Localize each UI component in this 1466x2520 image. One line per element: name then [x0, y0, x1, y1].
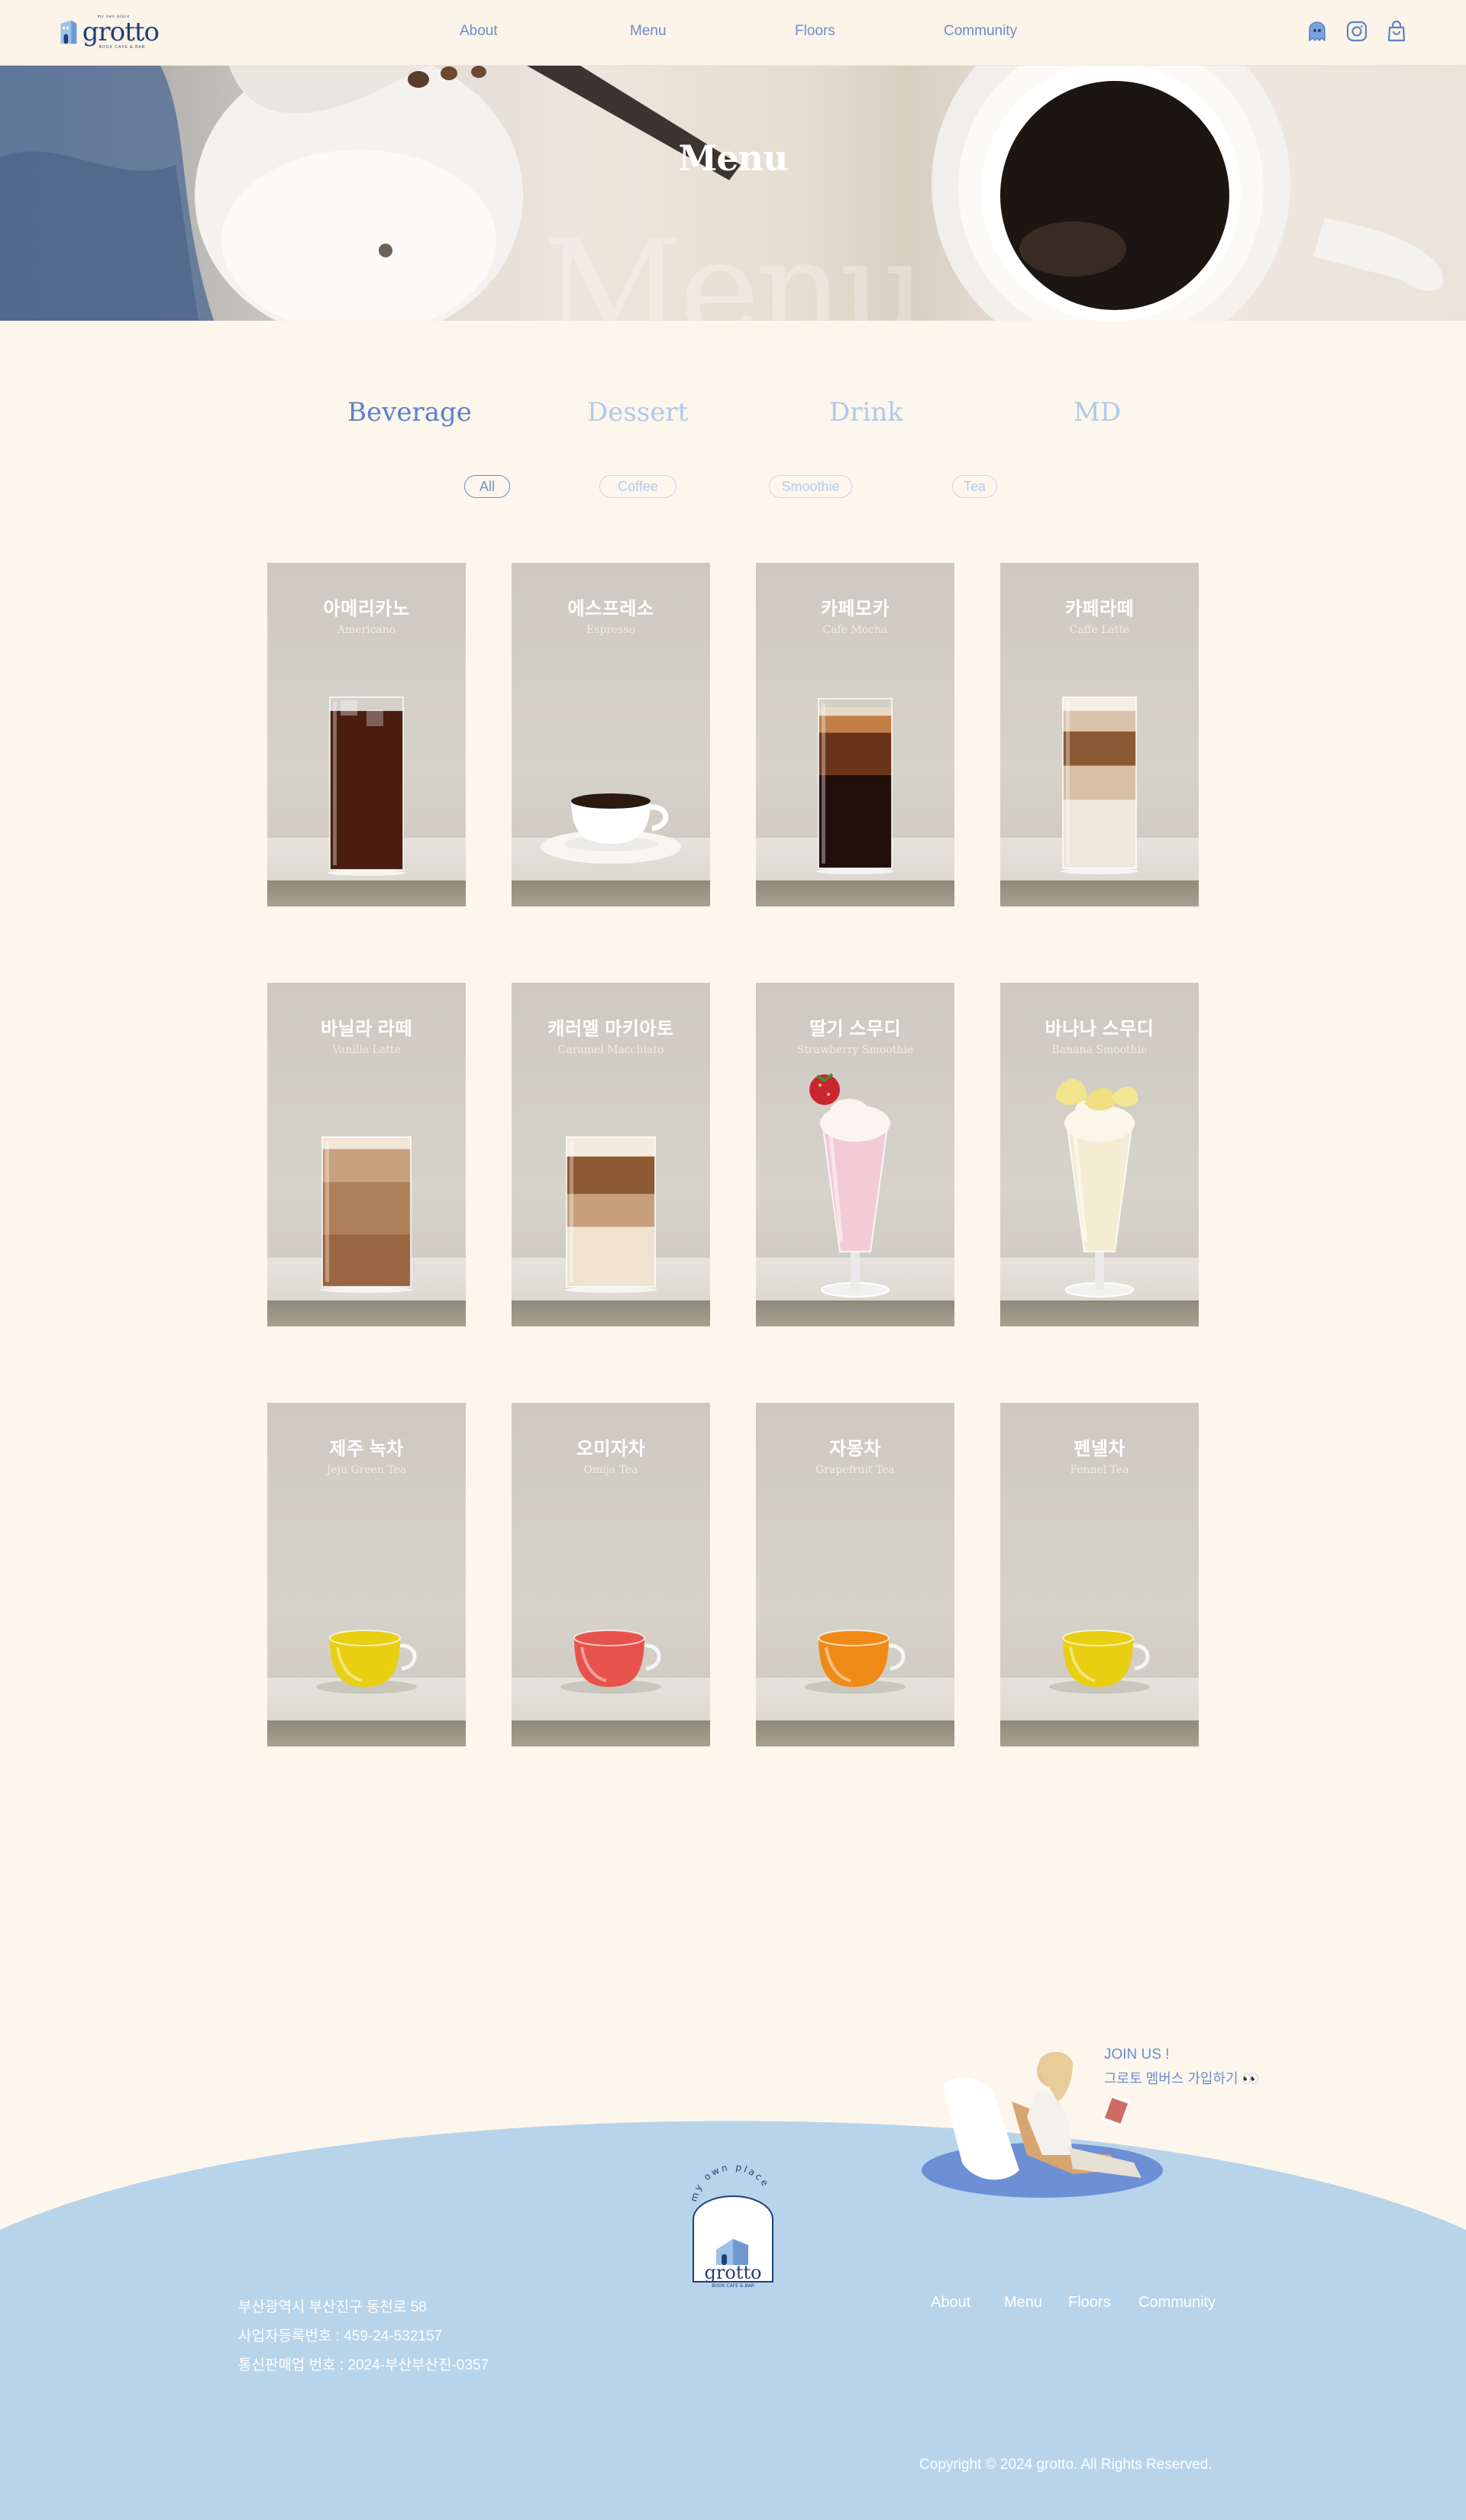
menu-name-en: Banana Smoothie: [1051, 1044, 1148, 1056]
category-tabs: Beverage Dessert Drink MD: [0, 397, 1466, 435]
tab-drink[interactable]: Drink: [829, 397, 903, 428]
menu-card[interactable]: 자몽차 Grapefruit Tea: [756, 1403, 954, 1746]
menu-name-ko: 오미자차: [576, 1439, 646, 1459]
filter-chips: All Coffee Smoothie Tea: [0, 475, 1466, 498]
join-text: 그로토 멤버스 가입하기 👀: [1104, 2071, 1260, 2086]
menu-card[interactable]: 캐러멜 마키아토 Caramel Macchiato: [512, 983, 710, 1326]
menu-name-en: Grapefruit Tea: [815, 1464, 895, 1476]
menu-name-en: Vanilla Latte: [332, 1044, 401, 1056]
menu-card[interactable]: 제주 녹차 Jeju Green Tea: [267, 1403, 466, 1746]
instagram-icon[interactable]: [1345, 20, 1368, 43]
footer-nav-floors[interactable]: Floors: [1068, 2294, 1111, 2312]
filter-tea[interactable]: Tea: [952, 475, 997, 498]
menu-name-en: Strawberry Smoothie: [796, 1044, 914, 1056]
menu-card[interactable]: 카페라떼 Caffe Latte: [1000, 563, 1199, 906]
nav-about[interactable]: About: [460, 23, 498, 40]
nav-community[interactable]: Community: [944, 23, 1017, 40]
menu-name-en: Caramel Macchiato: [557, 1044, 664, 1056]
site-header: my own place grotto BOOK CAFE & BAR Abou…: [0, 0, 1466, 66]
filter-coffee[interactable]: Coffee: [599, 475, 676, 498]
menu-name-en: Caffe Latte: [1069, 624, 1130, 636]
copyright: Copyright © 2024 grotto. All Rights Rese…: [919, 2457, 1213, 2473]
join-title: JOIN US !: [1104, 2047, 1170, 2063]
filter-all[interactable]: All: [464, 475, 510, 498]
svg-text:grotto: grotto: [704, 2262, 761, 2283]
menu-name-ko: 제주 녹차: [329, 1439, 404, 1459]
hero-watermark: Menu: [542, 211, 928, 321]
menu-name-ko: 아메리카노: [323, 599, 410, 619]
menu-name-ko: 자몽차: [829, 1439, 881, 1459]
menu-name-ko: 에스프레소: [567, 599, 654, 619]
svg-text:BOOK CAFE & BAR: BOOK CAFE & BAR: [712, 2283, 754, 2289]
tab-beverage[interactable]: Beverage: [347, 397, 472, 428]
nav-floors[interactable]: Floors: [795, 23, 835, 40]
menu-name-en: Americano: [337, 624, 396, 636]
shopping-bag-icon[interactable]: [1385, 20, 1408, 43]
menu-card[interactable]: 카페모카 Cafe Mocha: [756, 563, 954, 906]
menu-name-ko: 캐러멜 마키아토: [547, 1019, 674, 1039]
menu-name-en: Jeju Green Tea: [326, 1464, 407, 1476]
business-registration: 사업자등록번호 : 459-24-532157: [238, 2328, 443, 2344]
menu-name-en: Fennel Tea: [1070, 1464, 1129, 1476]
menu-name-ko: 펜넬차: [1074, 1439, 1125, 1459]
company-address: 부산광역시 부산진구 동천로 58: [238, 2299, 427, 2315]
menu-card[interactable]: 펜넬차 Fennel Tea: [1000, 1403, 1199, 1746]
menu-name-ko: 딸기 스무디: [809, 1019, 902, 1039]
tab-dessert[interactable]: Dessert: [587, 397, 688, 428]
menu-name-en: Cafe Mocha: [822, 624, 888, 636]
filter-smoothie[interactable]: Smoothie: [769, 475, 852, 498]
hero-title: Menu: [678, 137, 788, 179]
menu-name-en: Omija Tea: [583, 1464, 638, 1476]
menu-name-ko: 카페라떼: [1064, 599, 1135, 619]
tab-md[interactable]: MD: [1074, 397, 1121, 428]
hero-banner: Menu Menu: [0, 66, 1466, 321]
join-us-callout[interactable]: JOIN US ! 그로토 멤버스 가입하기 👀: [1104, 2047, 1259, 2088]
menu-card[interactable]: 에스프레소 Espresso: [512, 563, 710, 906]
menu-name-ko: 카페모카: [820, 599, 890, 619]
footer-nav-community[interactable]: Community: [1138, 2294, 1216, 2312]
ghost-icon[interactable]: [1306, 20, 1329, 43]
nav-menu[interactable]: Menu: [630, 23, 667, 40]
menu-card[interactable]: 바나나 스무디 Banana Smoothie: [1000, 983, 1199, 1326]
menu-name-ko: 바닐라 라떼: [320, 1019, 413, 1039]
mail-order-number: 통신판매업 번호 : 2024-부산부산진-0357: [238, 2357, 489, 2373]
company-info: 부산광역시 부산진구 동천로 58 사업자등록번호 : 459-24-53215…: [238, 2295, 489, 2383]
footer-nav-about[interactable]: About: [931, 2294, 970, 2312]
logo-tagline-bottom: BOOK CAFE & BAR: [98, 45, 146, 50]
menu-card[interactable]: 아메리카노 Americano: [267, 563, 466, 906]
main-nav: About Menu Floors Community: [0, 23, 1466, 43]
menu-card[interactable]: 딸기 스무디 Strawberry Smoothie: [756, 983, 954, 1326]
menu-name-en: Espresso: [586, 624, 636, 636]
menu-name-ko: 바나나 스무디: [1045, 1019, 1154, 1039]
menu-card[interactable]: 바닐라 라떼 Vanilla Latte: [267, 983, 466, 1326]
menu-card[interactable]: 오미자차 Omija Tea: [512, 1403, 710, 1746]
header-icons: [1306, 20, 1408, 43]
footer-nav-menu[interactable]: Menu: [1004, 2294, 1042, 2312]
footer-badge-logo[interactable]: my own place grotto BOOK CAFE & BAR: [680, 2160, 786, 2289]
